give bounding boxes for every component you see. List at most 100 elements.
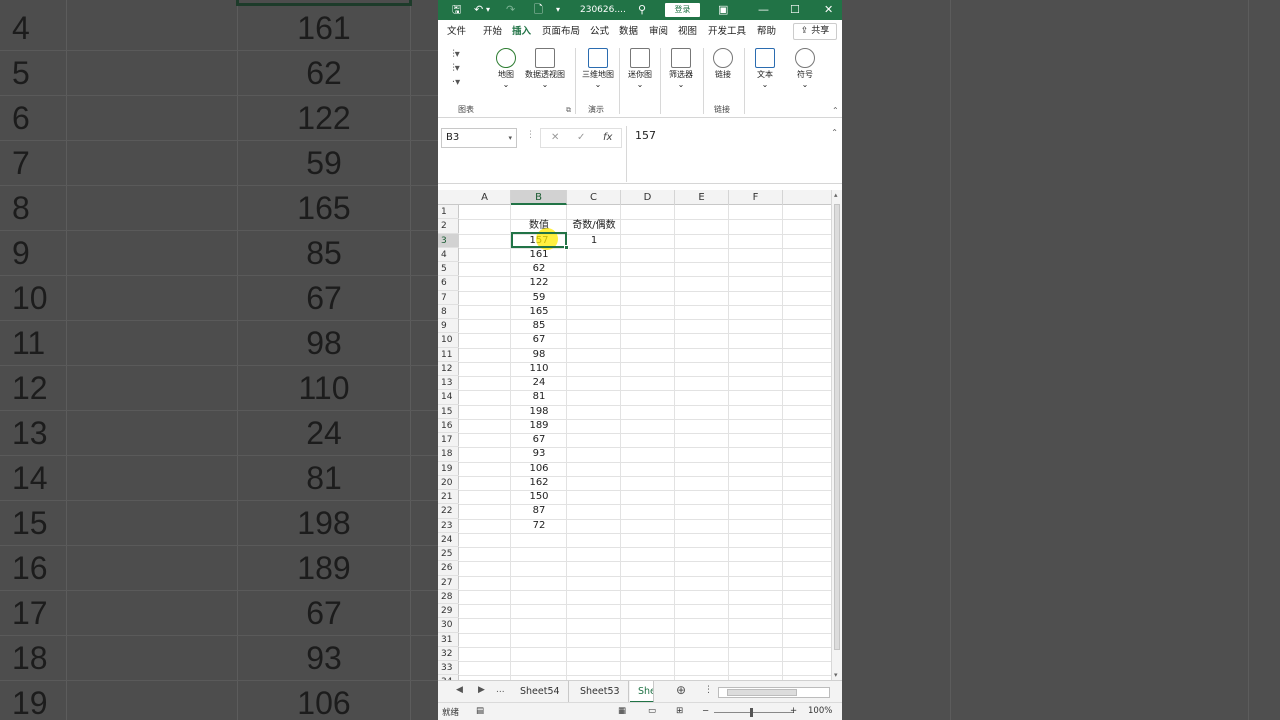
cell-b-value[interactable]: 72: [511, 519, 567, 533]
row-header-10[interactable]: 10: [438, 333, 459, 348]
cell-b-value[interactable]: 85: [511, 319, 567, 333]
cancel-icon[interactable]: ✕: [551, 132, 559, 143]
vertical-scroll-thumb[interactable]: [834, 204, 840, 650]
active-cell-b3[interactable]: [511, 232, 567, 248]
filter-button[interactable]: 筛选器 ⌄: [665, 48, 697, 90]
row-header-28[interactable]: 28: [438, 590, 459, 604]
cell-b-value[interactable]: 106: [511, 462, 567, 476]
cell-b-value[interactable]: 162: [511, 476, 567, 490]
row-header-19[interactable]: 19: [438, 462, 459, 476]
row-header-26[interactable]: 26: [438, 561, 459, 576]
text-button[interactable]: 文本 ⌄: [750, 48, 780, 90]
save-icon[interactable]: 🖫: [452, 3, 461, 17]
zoom-in-icon[interactable]: +: [790, 706, 797, 716]
sheet-tab-sheet54[interactable]: Sheet54: [512, 681, 569, 703]
zoom-out-icon[interactable]: −: [702, 706, 709, 716]
zoom-level[interactable]: 100%: [808, 706, 832, 716]
row-header-32[interactable]: 32: [438, 647, 459, 661]
row-header-24[interactable]: 24: [438, 533, 459, 547]
cell-b-value[interactable]: 165: [511, 305, 567, 319]
row-header-29[interactable]: 29: [438, 604, 459, 619]
name-box[interactable]: B3 ▾: [441, 128, 517, 148]
row-header-3[interactable]: 3: [438, 233, 459, 248]
cell-b-value[interactable]: 87: [511, 504, 567, 518]
tab-formulas[interactable]: 公式: [590, 26, 609, 38]
cell-c3-result[interactable]: 1: [567, 234, 621, 248]
column-header-d[interactable]: D: [621, 190, 675, 205]
document-icon[interactable]: 🗋: [534, 3, 543, 17]
row-header-17[interactable]: 17: [438, 433, 459, 448]
column-header-c[interactable]: C: [567, 190, 621, 205]
worksheet-grid[interactable]: ABCDEF 1 2 3 4 5 6 7 8 9 10 11 12 13 14 15 16 17 18 19 20 21…: [438, 190, 831, 680]
tab-file[interactable]: 文件: [447, 26, 466, 38]
scroll-up-icon[interactable]: ▴: [834, 191, 838, 199]
column-header-b[interactable]: B: [511, 190, 567, 205]
sheet-more-button[interactable]: ...: [496, 685, 505, 695]
link-button[interactable]: 链接: [708, 48, 738, 80]
page-layout-view-icon[interactable]: ▭: [648, 706, 656, 716]
cell-b-value[interactable]: 93: [511, 447, 567, 461]
sheet-prev-icon[interactable]: ◀: [456, 685, 463, 695]
minimize-icon[interactable]: —: [758, 3, 769, 17]
zoom-slider-knob[interactable]: [750, 708, 753, 717]
row-header-25[interactable]: 25: [438, 547, 459, 562]
quick-access-dropdown-icon[interactable]: ▾: [556, 3, 560, 17]
share-button[interactable]: ⇪ 共享: [793, 23, 837, 40]
horizontal-scrollbar[interactable]: [718, 687, 830, 698]
ribbon-display-icon[interactable]: ▣: [718, 3, 728, 17]
sheet-tab-sheet53[interactable]: Sheet53: [572, 681, 629, 703]
sheet-next-icon[interactable]: ▶: [478, 685, 485, 695]
maximize-icon[interactable]: ☐: [790, 3, 800, 17]
cell-b-value[interactable]: 81: [511, 390, 567, 404]
row-header-22[interactable]: 22: [438, 504, 459, 519]
chart-types-cluster[interactable]: ⫶▾ ⫶▾ ·▾: [444, 48, 468, 90]
tab-page-layout[interactable]: 页面布局: [542, 26, 580, 38]
cell-b-value[interactable]: 98: [511, 348, 567, 362]
close-icon[interactable]: ✕: [824, 3, 833, 17]
tab-data[interactable]: 数据: [619, 26, 638, 38]
add-sheet-icon[interactable]: ⊕: [676, 683, 686, 697]
row-header-7[interactable]: 7: [438, 291, 459, 305]
pivot-chart-button[interactable]: 数据透视图 ⌄: [522, 48, 568, 90]
scroll-down-icon[interactable]: ▾: [834, 671, 838, 679]
cell-c2-header[interactable]: 奇数/偶数: [567, 219, 621, 233]
collapse-formula-bar-icon[interactable]: ⌃: [831, 128, 838, 137]
row-header-23[interactable]: 23: [438, 519, 459, 533]
row-header-15[interactable]: 15: [438, 405, 459, 419]
tab-review[interactable]: 审阅: [649, 26, 668, 38]
tab-home[interactable]: 开始: [483, 26, 502, 38]
column-header-e[interactable]: E: [675, 190, 729, 205]
row-header-18[interactable]: 18: [438, 447, 459, 462]
cell-b-value[interactable]: 59: [511, 291, 567, 305]
row-header-21[interactable]: 21: [438, 490, 459, 505]
cell-b-value[interactable]: 198: [511, 405, 567, 419]
cell-b-value[interactable]: 122: [511, 276, 567, 290]
row-header-2[interactable]: 2: [438, 219, 459, 234]
row-header-12[interactable]: 12: [438, 362, 459, 376]
row-header-27[interactable]: 27: [438, 576, 459, 590]
vertical-scrollbar[interactable]: ▴ ▾: [831, 190, 842, 680]
cell-b-value[interactable]: 189: [511, 419, 567, 433]
tab-insert[interactable]: 插入: [512, 26, 531, 38]
row-header-5[interactable]: 5: [438, 262, 459, 277]
login-button[interactable]: 登录: [665, 3, 700, 17]
more-options-icon[interactable]: ⋮: [526, 130, 535, 140]
formula-input[interactable]: 157: [626, 126, 840, 182]
search-icon[interactable]: ⚲: [638, 3, 646, 17]
row-header-1[interactable]: 1: [438, 205, 459, 220]
tab-view[interactable]: 视图: [678, 26, 697, 38]
row-header-9[interactable]: 9: [438, 319, 459, 334]
confirm-icon[interactable]: ✓: [577, 132, 585, 143]
tab-help[interactable]: 帮助: [757, 26, 776, 38]
symbol-button[interactable]: 符号 ⌄: [790, 48, 820, 90]
cell-b-value[interactable]: 62: [511, 262, 567, 276]
insert-function-icon[interactable]: fx: [603, 132, 612, 143]
undo-icon[interactable]: ↶: [474, 3, 483, 17]
fill-handle[interactable]: [564, 245, 569, 250]
cell-b-value[interactable]: 110: [511, 362, 567, 376]
cell-b-value[interactable]: 67: [511, 333, 567, 347]
more-options-icon[interactable]: ⋮: [704, 685, 713, 695]
column-header-a[interactable]: A: [459, 190, 511, 205]
page-break-view-icon[interactable]: ⊞: [676, 706, 683, 716]
row-header-6[interactable]: 6: [438, 276, 459, 291]
